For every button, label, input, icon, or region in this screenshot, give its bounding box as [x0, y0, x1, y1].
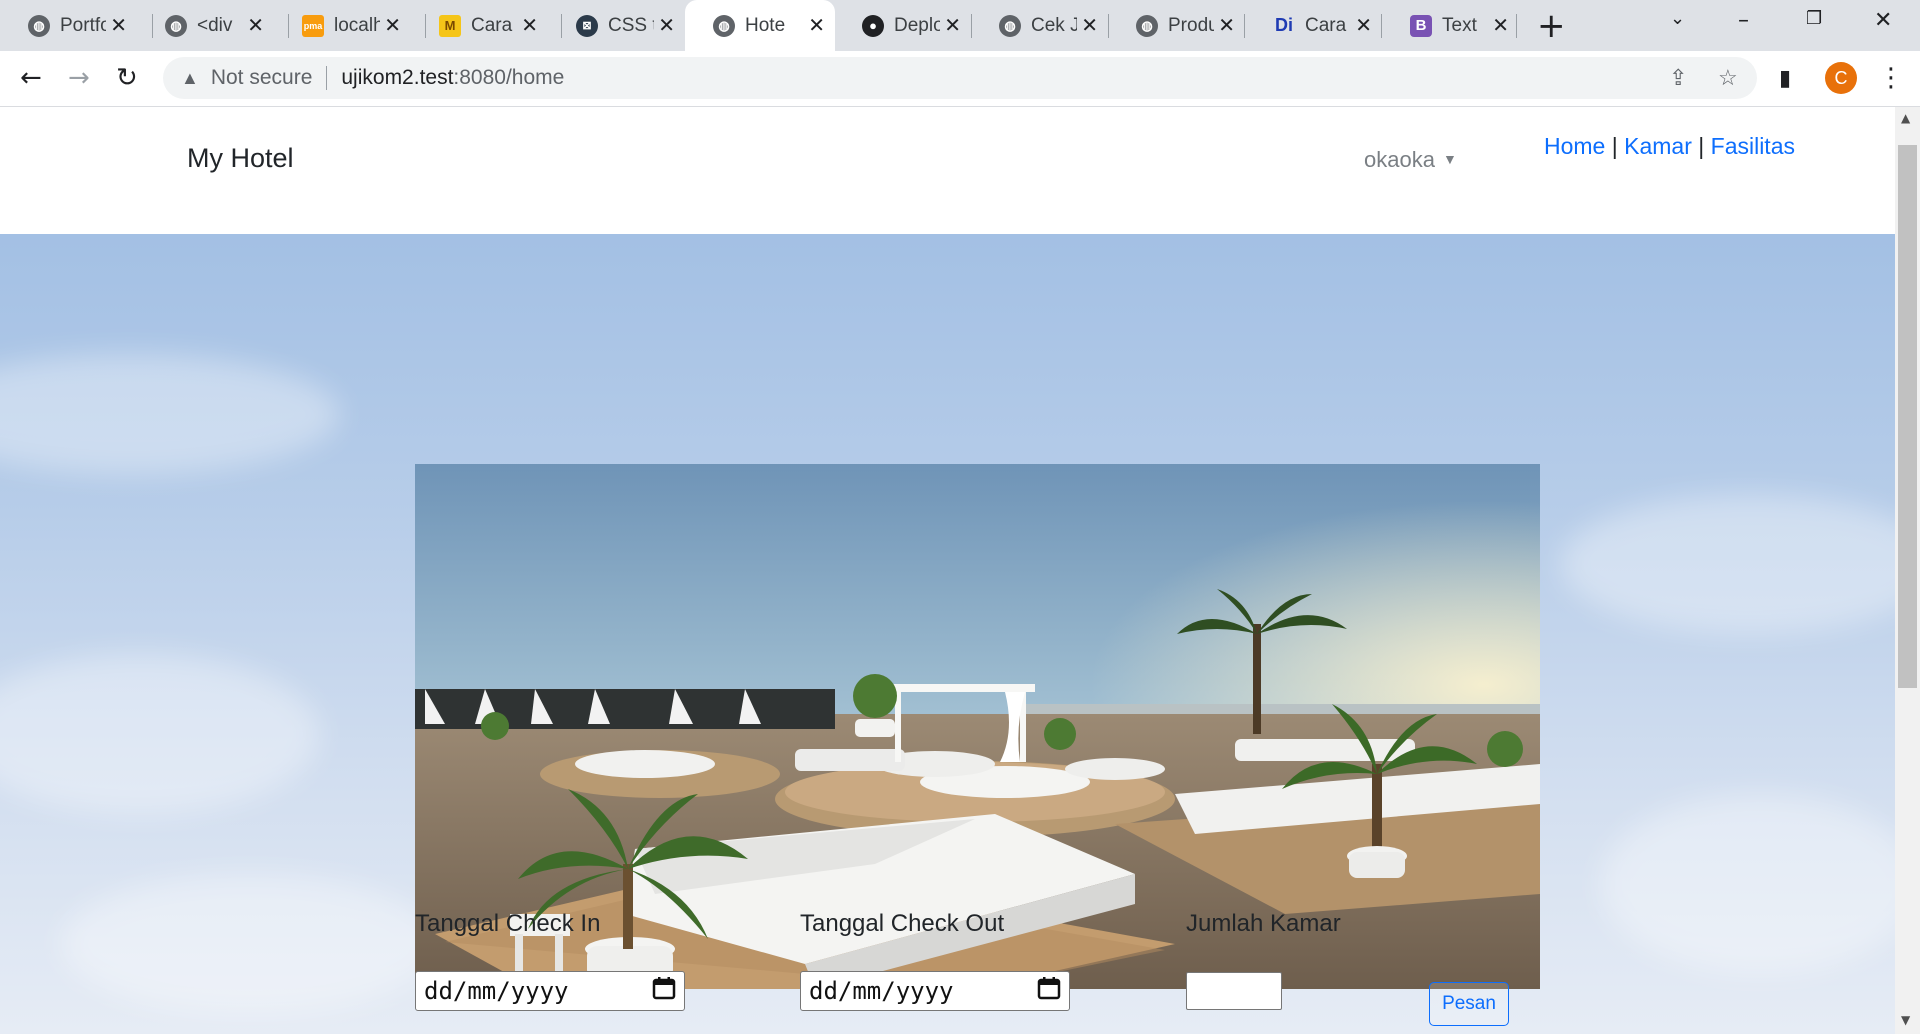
forward-button[interactable]: → [68, 63, 90, 93]
nav-kamar-link[interactable]: Kamar [1624, 133, 1692, 159]
checkout-date-input[interactable]: dd/mm/yyyy [800, 971, 1070, 1011]
minimize-button[interactable]: – [1738, 8, 1749, 33]
bootstrap-icon: B [1410, 14, 1432, 37]
rooms-label: Jumlah Kamar [1186, 910, 1341, 937]
browser-toolbar: ← → ↻ ▲ Not secure ujikom2.test:8080/hom… [0, 51, 1920, 107]
close-icon[interactable]: ✕ [1218, 13, 1235, 38]
close-icon[interactable]: ✕ [944, 13, 961, 38]
browser-tab[interactable]: ⊠ CSS t ✕ [548, 0, 685, 51]
mojok-icon: M [439, 14, 461, 37]
restore-button[interactable]: ❐ [1806, 8, 1822, 29]
browser-tab[interactable]: B Text ✕ [1382, 0, 1519, 51]
scroll-up-icon[interactable]: ▲ [1901, 111, 1910, 125]
tab-strip: ◍ Portfo ✕ ◍ <div ✕ pma localh ✕ M Cara … [0, 0, 1920, 51]
browser-tab[interactable]: ◍ Produ ✕ [1108, 0, 1245, 51]
caret-down-icon: ▼ [1442, 151, 1457, 167]
close-icon[interactable]: ✕ [110, 13, 127, 38]
close-icon[interactable]: ✕ [658, 13, 675, 38]
globe-icon: ◍ [28, 14, 50, 37]
globe-icon: ◍ [1136, 14, 1158, 37]
globe-icon: ◍ [713, 14, 735, 37]
phpmyadmin-icon: pma [302, 14, 324, 37]
calendar-icon[interactable] [652, 976, 676, 1006]
rooms-quantity-input[interactable] [1186, 972, 1282, 1010]
browser-tab[interactable]: ◍ Cek J ✕ [971, 0, 1108, 51]
side-panel-icon[interactable]: ▮ [1779, 66, 1791, 91]
profile-avatar[interactable]: C [1825, 62, 1857, 94]
nav-links: Home | Kamar | Fasilitas [1544, 133, 1795, 159]
scroll-down-icon[interactable]: ▼ [1901, 1013, 1910, 1027]
menu-icon[interactable]: ⋮ [1878, 63, 1904, 93]
close-icon[interactable]: ✕ [521, 13, 538, 38]
share-icon[interactable]: ⇪ [1669, 65, 1687, 91]
browser-tab[interactable]: M Cara ✕ [411, 0, 548, 51]
github-icon: ● [862, 14, 884, 37]
page-scrollbar[interactable]: ▲ ▼ [1895, 107, 1920, 1034]
dicoding-icon: Di [1275, 15, 1293, 35]
hero-background: Tanggal Check In Tanggal Check Out Jumla… [0, 234, 1895, 1034]
address-bar[interactable]: ▲ Not secure ujikom2.test:8080/home ⇪ ☆ [163, 57, 1757, 99]
tab-search-icon[interactable]: ⌄ [1670, 8, 1685, 29]
reload-button[interactable]: ↻ [116, 63, 138, 93]
pesan-button[interactable]: Pesan [1429, 982, 1509, 1026]
close-icon[interactable]: ✕ [1355, 13, 1372, 38]
checkout-label: Tanggal Check Out [800, 910, 1005, 937]
site-navbar: My Hotel okaoka ▼ Home | Kamar | Fasilita… [0, 107, 1895, 234]
w3-icon: ⊠ [576, 14, 598, 37]
close-icon[interactable]: ✕ [247, 13, 264, 38]
browser-tab[interactable]: ◍ Portfo ✕ [0, 0, 137, 51]
checkin-date-input[interactable]: dd/mm/yyyy [415, 971, 685, 1011]
close-window-button[interactable]: ✕ [1874, 8, 1892, 33]
close-icon[interactable]: ✕ [1081, 13, 1098, 38]
browser-tab[interactable]: ● Deplo ✕ [834, 0, 971, 51]
browser-tab-active[interactable]: ◍ Hote ✕ [685, 0, 835, 51]
user-dropdown[interactable]: okaoka ▼ [1364, 147, 1457, 173]
globe-icon: ◍ [165, 14, 187, 37]
page-viewport: My Hotel okaoka ▼ Home | Kamar | Fasilita… [0, 107, 1895, 1034]
new-tab-button[interactable]: + [1537, 6, 1566, 46]
scrollbar-thumb[interactable] [1898, 145, 1917, 688]
close-icon[interactable]: ✕ [808, 13, 825, 38]
close-icon[interactable]: ✕ [384, 13, 401, 38]
globe-icon: ◍ [999, 14, 1021, 37]
nav-fasilitas-link[interactable]: Fasilitas [1711, 133, 1795, 159]
nav-home-link[interactable]: Home [1544, 133, 1605, 159]
browser-tab[interactable]: ◍ <div ✕ [137, 0, 274, 51]
site-brand[interactable]: My Hotel [187, 143, 294, 174]
close-icon[interactable]: ✕ [1492, 13, 1509, 38]
back-button[interactable]: ← [20, 63, 42, 93]
bookmark-star-icon[interactable]: ☆ [1718, 65, 1738, 91]
browser-tab[interactable]: pma localh ✕ [274, 0, 411, 51]
browser-tab[interactable]: Di Cara ✕ [1245, 0, 1382, 51]
warning-icon: ▲ [181, 67, 199, 88]
checkin-label: Tanggal Check In [415, 910, 601, 937]
calendar-icon[interactable] [1037, 976, 1061, 1006]
